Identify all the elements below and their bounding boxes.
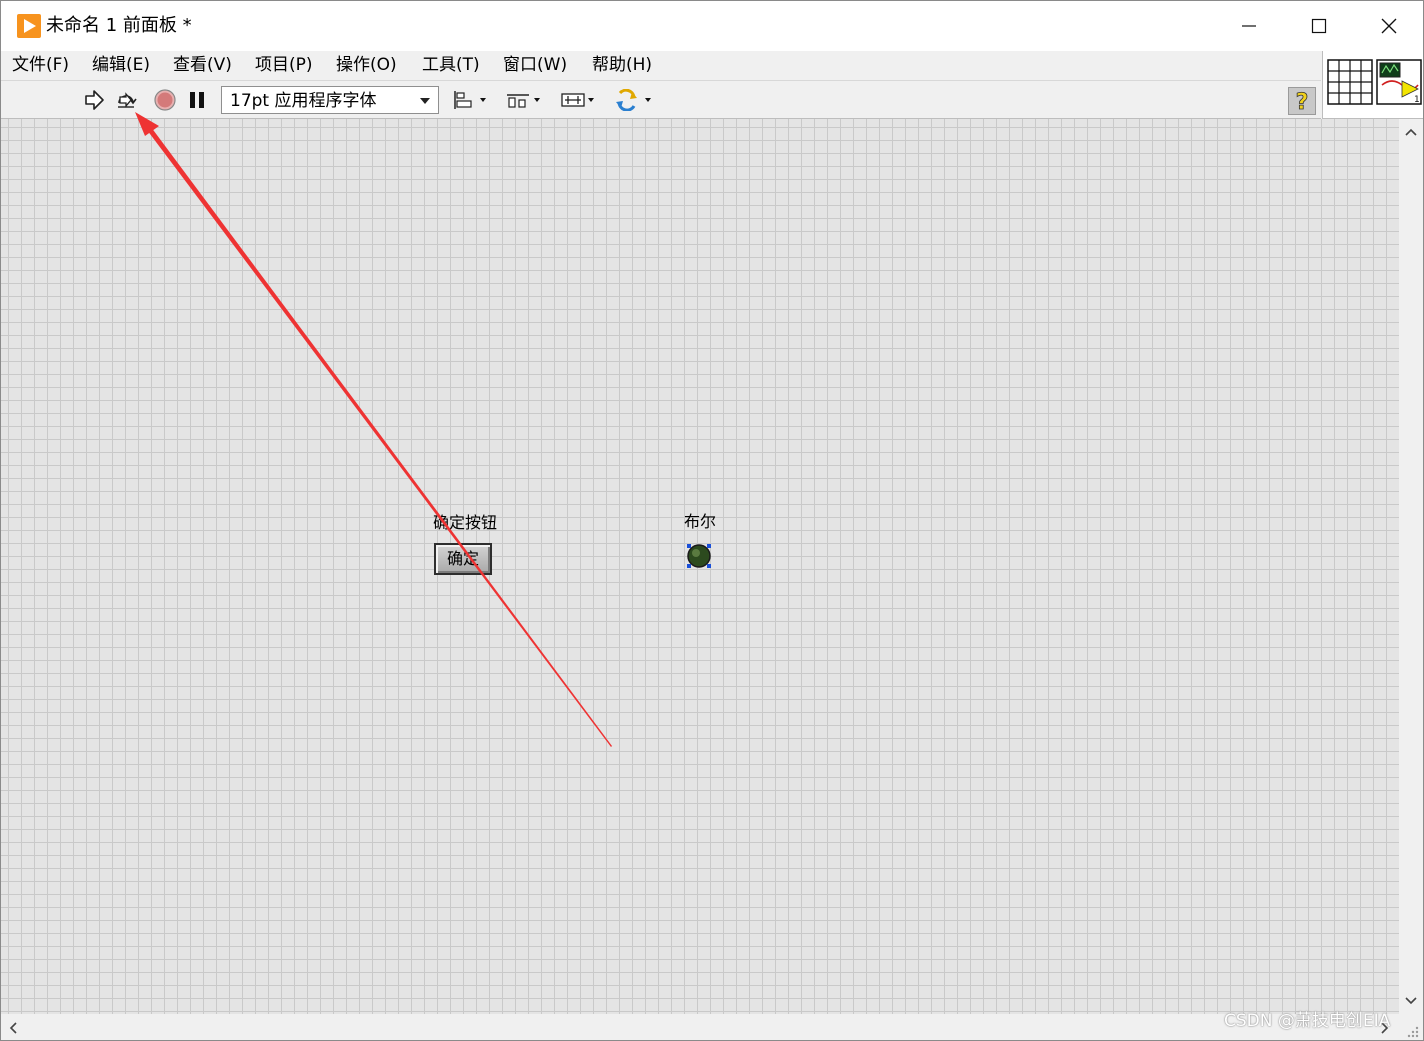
distribute-objects-icon[interactable] (505, 89, 543, 111)
ok-button[interactable]: 确定 (434, 543, 492, 575)
menu-operate[interactable]: 操作(O) (336, 53, 397, 77)
minimize-icon (1242, 25, 1256, 27)
menu-file[interactable]: 文件(F) (12, 53, 69, 77)
vi-icon[interactable]: 1 (1376, 59, 1422, 105)
menu-help[interactable]: 帮助(H) (592, 53, 652, 77)
close-icon (1381, 18, 1397, 34)
resize-grip-icon[interactable] (1405, 1024, 1419, 1038)
reorder-objects-icon[interactable] (614, 89, 654, 111)
watermark-text: CSDN @萧技电创EIA (1224, 1011, 1391, 1031)
window-title: 未命名 1 前面板 * (46, 15, 192, 36)
run-continuously-icon[interactable] (114, 89, 138, 111)
ok-button-label: 确定按钮 (433, 513, 498, 532)
maximize-button[interactable] (1284, 1, 1354, 51)
menu-bar: 文件(F) 编辑(E) 查看(V) 项目(P) 操作(O) 工具(T) 窗口(W… (1, 51, 1321, 81)
font-select-value: 17pt 应用程序字体 (230, 91, 377, 111)
boolean-led-indicator[interactable] (686, 543, 712, 569)
vertical-scrollbar[interactable] (1399, 119, 1423, 1014)
connector-pane-icon[interactable] (1327, 59, 1373, 105)
labview-app-icon (17, 14, 41, 38)
front-panel-window: 未命名 1 前面板 * 文件(F) 编辑(E) 查看(V) 项目(P) 操作(O… (0, 0, 1424, 1041)
maximize-icon (1311, 18, 1327, 34)
pause-icon[interactable] (185, 89, 209, 111)
svg-text:1: 1 (1414, 95, 1420, 105)
context-help-button[interactable]: ? (1288, 87, 1316, 115)
title-bar: 未命名 1 前面板 * (1, 1, 1423, 51)
minimize-button[interactable] (1214, 1, 1284, 51)
ok-button-text: 确定 (446, 549, 479, 568)
menu-view[interactable]: 查看(V) (173, 53, 232, 77)
scroll-down-icon[interactable] (1405, 997, 1417, 1005)
front-panel-canvas[interactable]: 确定按钮 确定 布尔 (1, 119, 1399, 1014)
icon-connector-area: 1 (1322, 51, 1423, 119)
close-button[interactable] (1354, 1, 1423, 51)
abort-stop-icon[interactable] (153, 89, 177, 111)
scroll-up-icon[interactable] (1405, 128, 1417, 136)
resize-objects-icon[interactable] (559, 89, 597, 111)
run-arrow-icon[interactable] (82, 89, 106, 111)
menu-window[interactable]: 窗口(W) (503, 53, 567, 77)
horizontal-scrollbar[interactable] (1, 1014, 1423, 1040)
led-label: 布尔 (684, 512, 717, 531)
menu-project[interactable]: 项目(P) (255, 53, 313, 77)
font-select[interactable]: 17pt 应用程序字体 (221, 86, 439, 114)
menu-tools[interactable]: 工具(T) (422, 53, 480, 77)
toolbar: 17pt 应用程序字体 ? (1, 81, 1321, 119)
scroll-left-icon[interactable] (9, 1022, 17, 1034)
question-help-icon: ? (1295, 90, 1309, 116)
menu-edit[interactable]: 编辑(E) (92, 53, 150, 77)
align-objects-icon[interactable] (451, 89, 489, 111)
svg-text:?: ? (1296, 90, 1309, 114)
chevron-down-icon (420, 98, 430, 104)
